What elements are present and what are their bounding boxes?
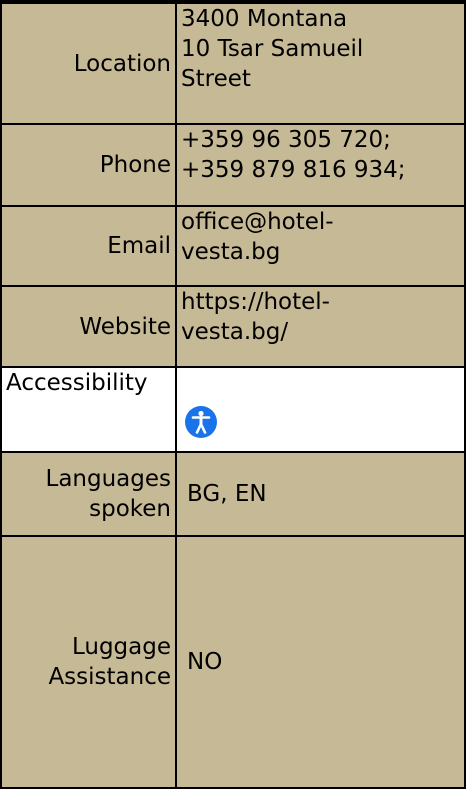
hotel-info-table: Location 3400 Montana 10 Tsar Samueil St… [0, 0, 466, 789]
languages-row: Languages spoken BG, EN [0, 451, 466, 537]
luggage-label: Luggage Assistance [0, 535, 177, 789]
phone-value: +359 96 305 720; +359 879 816 934; [175, 123, 466, 207]
luggage-label-line-2: Assistance [48, 664, 171, 690]
accessibility-icon-cell [175, 366, 466, 453]
accessibility-icon-head [198, 410, 204, 417]
location-line-1: 3400 Montana [181, 6, 348, 32]
languages-label: Languages spoken [0, 451, 177, 537]
email-label: Email [0, 205, 177, 287]
website-row: Website https://hotel- vesta.bg/ [0, 285, 466, 368]
email-line-2[interactable]: vesta.bg [181, 237, 460, 267]
luggage-label-line-1: Luggage [71, 634, 171, 660]
website-link[interactable]: https://hotel- vesta.bg/ [175, 285, 466, 368]
accessibility-label: Accessibility [0, 366, 177, 453]
luggage-value: NO [175, 535, 466, 789]
phone-number-1[interactable]: +359 96 305 720; [181, 126, 460, 155]
email-row: Email office@hotel- vesta.bg [0, 205, 466, 287]
languages-label-line-2: spoken [89, 496, 171, 522]
location-line-3: Street [181, 66, 251, 92]
phone-number-2[interactable]: +359 879 816 934; [181, 155, 460, 185]
languages-label-line-1: Languages [45, 466, 172, 492]
languages-value: BG, EN [175, 451, 466, 537]
location-label: Location [0, 1, 177, 125]
phone-row: Phone +359 96 305 720; +359 879 816 934; [0, 123, 466, 207]
website-line-2[interactable]: vesta.bg/ [181, 317, 460, 347]
email-line-1[interactable]: office@hotel- [181, 208, 460, 237]
accessibility-row: Accessibility [0, 366, 466, 453]
location-row: Location 3400 Montana 10 Tsar Samueil St… [0, 1, 466, 125]
email-link[interactable]: office@hotel- vesta.bg [175, 205, 466, 287]
accessibility-icon[interactable] [185, 406, 217, 438]
location-value: 3400 Montana 10 Tsar Samueil Street [175, 1, 466, 125]
location-line-2: 10 Tsar Samueil [181, 36, 364, 62]
website-line-1[interactable]: https://hotel- [181, 288, 460, 317]
website-label: Website [0, 285, 177, 368]
luggage-row: Luggage Assistance NO [0, 535, 466, 789]
phone-label: Phone [0, 123, 177, 207]
